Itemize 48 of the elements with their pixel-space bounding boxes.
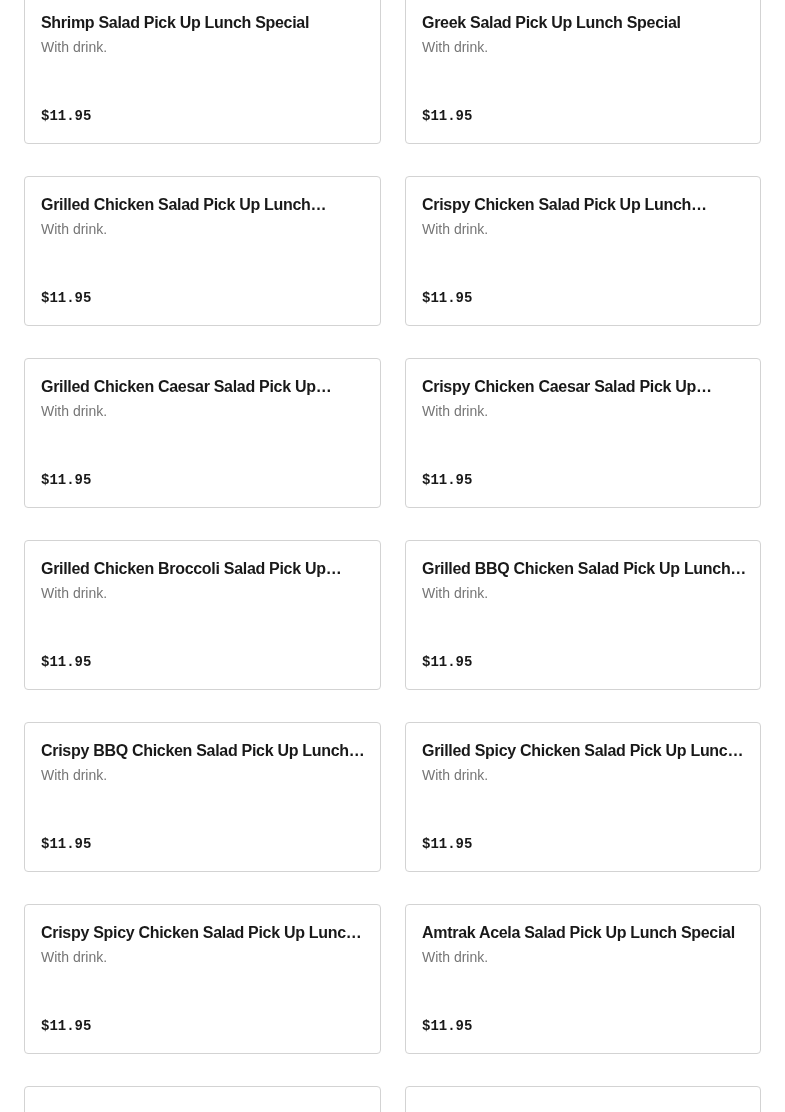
item-name: Greek Salad Pick Up Lunch Special [422, 13, 681, 33]
item-price: $11.95 [41, 1017, 92, 1036]
menu-item-card[interactable]: Crispy Chicken Salad Pick Up Lunch… With drink. $11.95 [405, 176, 761, 326]
item-price: $11.95 [41, 835, 92, 854]
item-description: With drink. [41, 38, 108, 57]
item-price: $11.95 [41, 107, 92, 126]
item-price: $11.95 [41, 653, 92, 672]
item-description: With drink. [422, 38, 489, 57]
menu-item-card[interactable]: Grilled Chicken Caesar Salad Pick Up… With drink. $11.95 [24, 358, 381, 508]
item-name: Crispy BBQ Chicken Salad Pick Up Lunch… [41, 741, 365, 761]
item-name: Crispy Spicy Chicken Salad Pick Up Lunc… [41, 923, 362, 943]
item-name: Grilled BBQ Chicken Salad Pick Up Lunch… [422, 559, 747, 579]
item-name: Grilled Chicken Broccoli Salad Pick Up… [41, 559, 342, 579]
item-description: With drink. [41, 402, 108, 421]
menu-item-card[interactable]: Crispy Chicken Caesar Salad Pick Up… With drink. $11.95 [405, 358, 761, 508]
menu-item-card[interactable]: Grilled Chicken Broccoli Salad Pick Up… With drink. $11.95 [24, 540, 381, 690]
menu-item-card[interactable]: Crispy Spicy Chicken Salad Pick Up Lunc… With drink. $11.95 [24, 904, 381, 1054]
menu-item-card[interactable]: Crispy BBQ Chicken Salad Pick Up Lunch… With drink. $11.95 [24, 722, 381, 872]
item-description: With drink. [422, 948, 489, 967]
item-description: With drink. [41, 948, 108, 967]
item-description: With drink. [422, 220, 489, 239]
item-description: With drink. [422, 584, 489, 603]
item-description: With drink. [41, 584, 108, 603]
item-name: Grilled Chicken Salad Pick Up Lunch… [41, 195, 327, 215]
item-name: Grilled Chicken Caesar Salad Pick Up… [41, 377, 332, 397]
item-name: Crispy Chicken Caesar Salad Pick Up… [422, 377, 712, 397]
item-price: $11.95 [422, 471, 473, 490]
menu-item-card[interactable]: Grilled Chicken Salad Pick Up Lunch… With drink. $11.95 [24, 176, 381, 326]
item-price: $11.95 [41, 471, 92, 490]
item-price: $11.95 [422, 653, 473, 672]
item-price: $11.95 [41, 289, 92, 308]
item-description: With drink. [41, 220, 108, 239]
item-price: $11.95 [422, 289, 473, 308]
menu-item-card[interactable]: Grilled Spicy Chicken Salad Pick Up Lunc… With drink. $11.95 [405, 722, 761, 872]
menu-item-card[interactable]: Shrimp Salad Pick Up Lunch Special With drink. $11.95 [24, 0, 381, 144]
item-name: Grilled Spicy Chicken Salad Pick Up Lunc… [422, 741, 744, 761]
item-name: Amtrak Acela Salad Pick Up Lunch Special [422, 923, 735, 943]
item-price: $11.95 [422, 1017, 473, 1036]
item-description: With drink. [41, 766, 108, 785]
item-description: With drink. [422, 402, 489, 421]
item-price: $11.95 [422, 835, 473, 854]
menu-item-card[interactable]: Grilled BBQ Chicken Salad Pick Up Lunch… With drink. $11.95 [405, 540, 761, 690]
menu-item-card[interactable]: Amtrak Acela Salad Pick Up Lunch Special With drink. $11.95 [405, 904, 761, 1054]
item-price: $11.95 [422, 107, 473, 126]
menu-item-card[interactable]: Greek Salad Pick Up Lunch Special With drink. $11.95 [405, 0, 761, 144]
item-name: Crispy Chicken Salad Pick Up Lunch… [422, 195, 707, 215]
item-description: With drink. [422, 766, 489, 785]
item-name: Shrimp Salad Pick Up Lunch Special [41, 13, 310, 33]
